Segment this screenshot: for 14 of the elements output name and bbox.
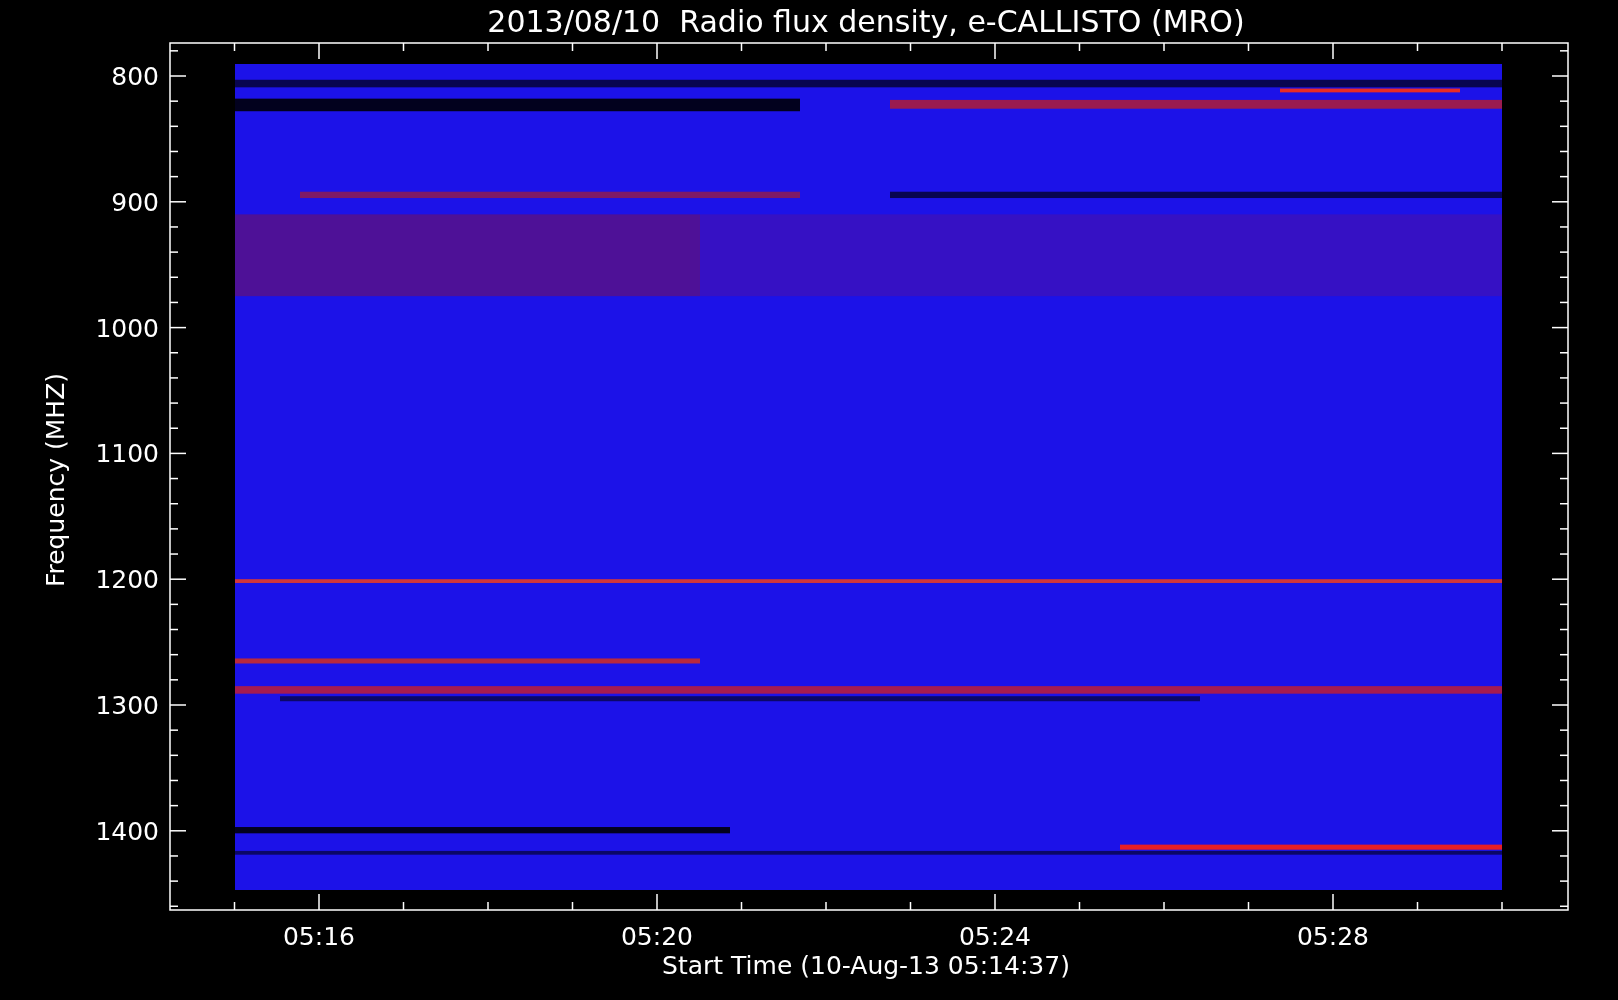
tick-label: 1000 bbox=[95, 313, 159, 343]
tick-label: 05:28 bbox=[1297, 922, 1369, 951]
tick-label: 1300 bbox=[95, 691, 159, 720]
tick-label: 05:24 bbox=[959, 922, 1031, 951]
tick-label: 800 bbox=[111, 62, 159, 91]
chart-title: 2013/08/10 Radio flux density, e-CALLISTO (MRO) bbox=[487, 4, 1245, 39]
tick-label: 1200 bbox=[95, 565, 159, 595]
tick-label: 05:20 bbox=[621, 922, 693, 951]
tick-label: 1400 bbox=[95, 816, 159, 846]
tick-label: 900 bbox=[111, 187, 159, 217]
axis-title: Frequency (MHZ) bbox=[41, 372, 70, 588]
axis-title: Start Time (10-Aug-13 05:14:37) bbox=[662, 951, 1070, 980]
tick-label: 1100 bbox=[95, 439, 159, 469]
tick-label: 05:16 bbox=[283, 922, 355, 951]
